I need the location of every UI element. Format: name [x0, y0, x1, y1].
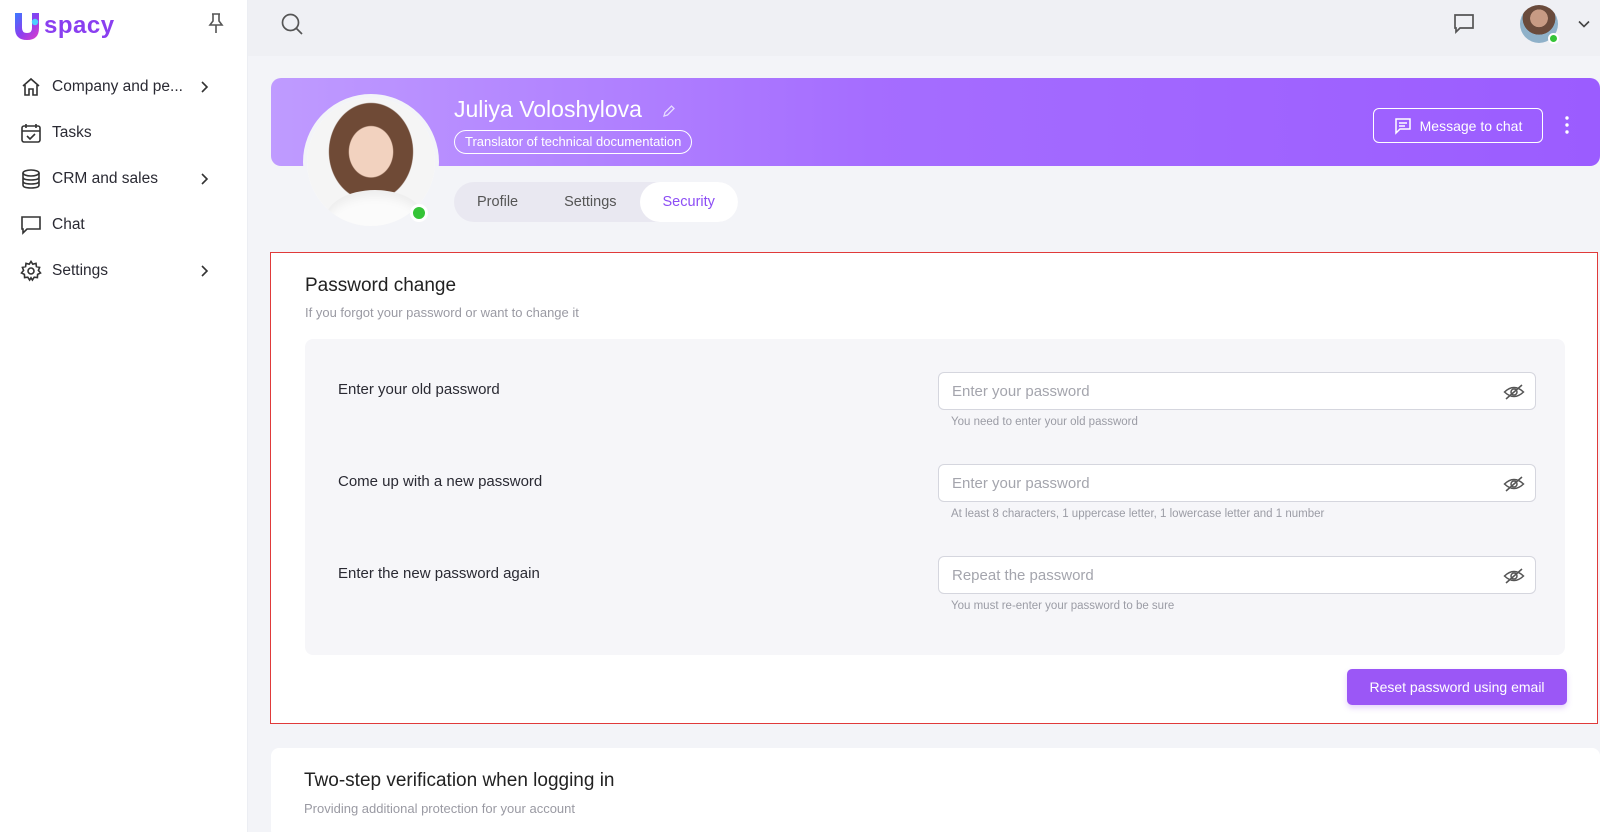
chat-bubble-icon: [20, 214, 42, 236]
sidebar-item-label: CRM and sales: [52, 170, 158, 187]
chevron-right-icon: [201, 265, 209, 277]
tab-profile[interactable]: Profile: [454, 182, 541, 222]
more-options-icon[interactable]: [1558, 114, 1576, 136]
sidebar-item-crm[interactable]: CRM and sales: [0, 156, 248, 202]
calendar-check-icon: [20, 122, 42, 144]
section-title: Password change: [305, 275, 457, 296]
chevron-right-icon: [201, 173, 209, 185]
database-icon: [20, 168, 42, 190]
message-icon: [1394, 117, 1411, 135]
chevron-right-icon: [201, 81, 209, 93]
sidebar: spacy Company and pe... Tasks CRM and sa…: [0, 0, 248, 832]
sidebar-item-label: Tasks: [52, 124, 92, 141]
logo[interactable]: spacy: [12, 10, 115, 42]
old-password-input[interactable]: [939, 373, 1479, 409]
logo-text: spacy: [44, 12, 115, 39]
message-to-chat-label: Message to chat: [1419, 117, 1523, 134]
home-icon: [20, 76, 42, 98]
old-password-field[interactable]: [938, 372, 1536, 410]
tab-security[interactable]: Security: [639, 182, 738, 222]
reset-password-email-button[interactable]: Reset password using email: [1347, 669, 1567, 705]
sidebar-item-label: Chat: [52, 216, 85, 233]
section-subtitle: If you forgot your password or want to c…: [305, 305, 579, 320]
new-password-label: Come up with a new password: [338, 473, 543, 490]
sidebar-item-company[interactable]: Company and pe...: [0, 64, 248, 110]
sidebar-nav: Company and pe... Tasks CRM and sales Ch…: [0, 64, 248, 294]
password-change-card: Password change If you forgot your passw…: [270, 252, 1598, 724]
new-password-hint: At least 8 characters, 1 uppercase lette…: [951, 508, 1325, 520]
sidebar-item-settings[interactable]: Settings: [0, 248, 248, 294]
new-password-input[interactable]: [939, 465, 1479, 501]
gear-icon: [20, 260, 42, 282]
repeat-password-input[interactable]: [939, 557, 1479, 593]
repeat-password-field[interactable]: [938, 556, 1536, 594]
old-password-hint: You need to enter your old password: [951, 416, 1138, 428]
eye-off-icon[interactable]: [1503, 473, 1525, 495]
user-avatar[interactable]: [1520, 5, 1559, 44]
section-title: Two-step verification when logging in: [304, 770, 615, 791]
tab-settings[interactable]: Settings: [541, 182, 639, 222]
sidebar-item-tasks[interactable]: Tasks: [0, 110, 248, 156]
top-bar: [248, 0, 1600, 56]
section-subtitle: Providing additional protection for your…: [304, 801, 575, 816]
online-status-dot: [410, 204, 428, 222]
profile-tabs: Profile Settings Security: [454, 182, 738, 222]
chevron-down-icon[interactable]: [1577, 17, 1591, 31]
repeat-password-hint: You must re-enter your password to be su…: [951, 600, 1175, 612]
new-password-field[interactable]: [938, 464, 1536, 502]
edit-pencil-icon[interactable]: [662, 104, 676, 118]
role-badge: Translator of technical documentation: [454, 130, 693, 154]
password-form: Enter your old password You need to ente…: [305, 339, 1565, 655]
message-to-chat-button[interactable]: Message to chat: [1373, 108, 1543, 143]
two-step-card: Two-step verification when logging in Pr…: [271, 748, 1600, 832]
sidebar-item-chat[interactable]: Chat: [0, 202, 248, 248]
sidebar-item-label: Settings: [52, 262, 109, 279]
eye-off-icon[interactable]: [1503, 565, 1525, 587]
logo-icon: [15, 13, 39, 40]
sidebar-item-label: Company and pe...: [52, 78, 183, 95]
old-password-label: Enter your old password: [338, 381, 500, 398]
online-status-dot: [1548, 33, 1559, 44]
search-icon[interactable]: [280, 12, 304, 36]
chat-icon[interactable]: [1452, 12, 1476, 36]
eye-off-icon[interactable]: [1503, 381, 1525, 403]
profile-name: Juliya Voloshylova: [454, 96, 642, 122]
repeat-password-label: Enter the new password again: [338, 565, 540, 582]
pin-icon[interactable]: [206, 12, 226, 34]
